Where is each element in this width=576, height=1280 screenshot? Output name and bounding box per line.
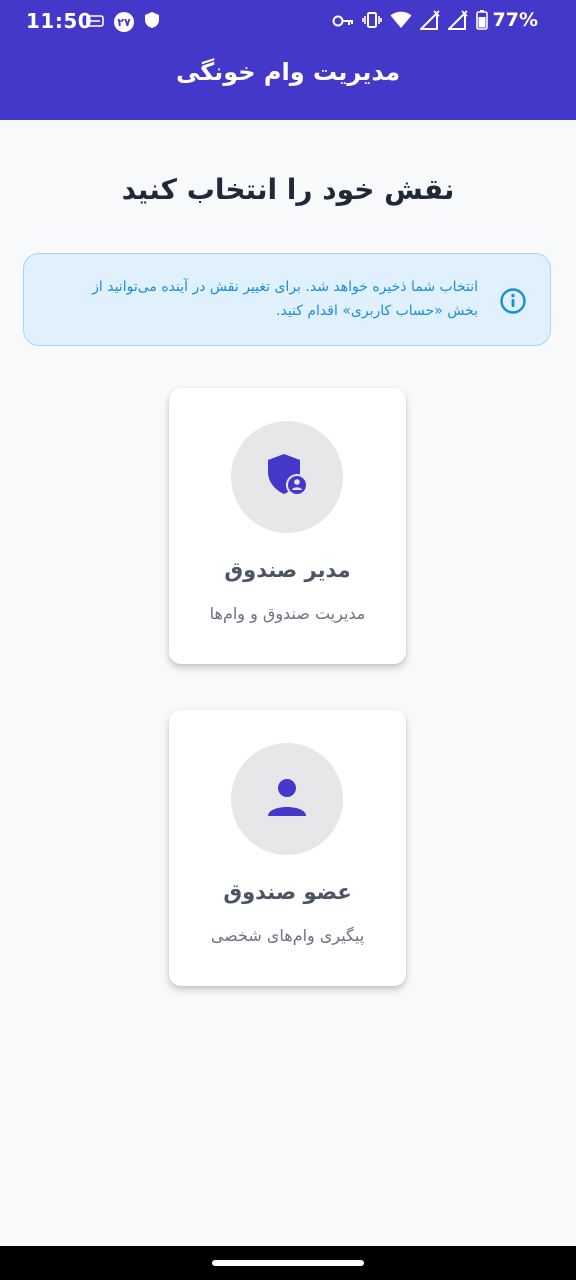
info-banner: انتخاب شما ذخیره خواهد شد. برای تغییر نق…	[23, 253, 551, 346]
role-description: پیگیری وام‌های شخصی	[210, 926, 365, 945]
key-icon	[332, 13, 354, 32]
status-bar: 11:50 ۲۷ 77%	[0, 0, 576, 42]
app-screen: 11:50 ۲۷ 77% مدیریت وام خونگی نقش خود را…	[0, 0, 576, 1280]
status-time: 11:50	[26, 9, 93, 33]
wifi-icon	[390, 11, 412, 33]
battery-percent: 77%	[492, 9, 538, 31]
role-description: مدیریت صندوق و وام‌ها	[209, 604, 366, 623]
card-icon	[86, 13, 104, 32]
info-icon	[500, 288, 526, 314]
app-bar-title: مدیریت وام خونگی	[175, 58, 401, 86]
role-avatar	[231, 743, 343, 855]
vibrate-icon	[362, 11, 382, 33]
status-left-icons: ۲۷	[86, 11, 160, 33]
battery-icon	[476, 10, 488, 34]
role-title: عضو صندوق	[223, 880, 352, 904]
page-title: نقش خود را انتخاب کنید	[121, 173, 455, 206]
system-nav-bar	[0, 1246, 576, 1280]
shield-icon	[144, 11, 160, 33]
role-avatar	[231, 421, 343, 533]
shield-person-icon	[264, 452, 310, 502]
signal-icon	[418, 10, 440, 34]
notification-badge: ۲۷	[114, 12, 134, 32]
person-icon	[266, 776, 308, 822]
gesture-handle[interactable]	[212, 1260, 364, 1266]
role-card-member[interactable]: عضو صندوق پیگیری وام‌های شخصی	[169, 710, 406, 986]
top-bar: 11:50 ۲۷ 77% مدیریت وام خونگی	[0, 0, 576, 120]
role-card-admin[interactable]: مدیر صندوق مدیریت صندوق و وام‌ها	[169, 388, 406, 664]
status-right-icons	[332, 10, 488, 34]
signal-icon	[446, 10, 468, 34]
role-title: مدیر صندوق	[224, 558, 351, 582]
info-text: انتخاب شما ذخیره خواهد شد. برای تغییر نق…	[92, 279, 478, 319]
